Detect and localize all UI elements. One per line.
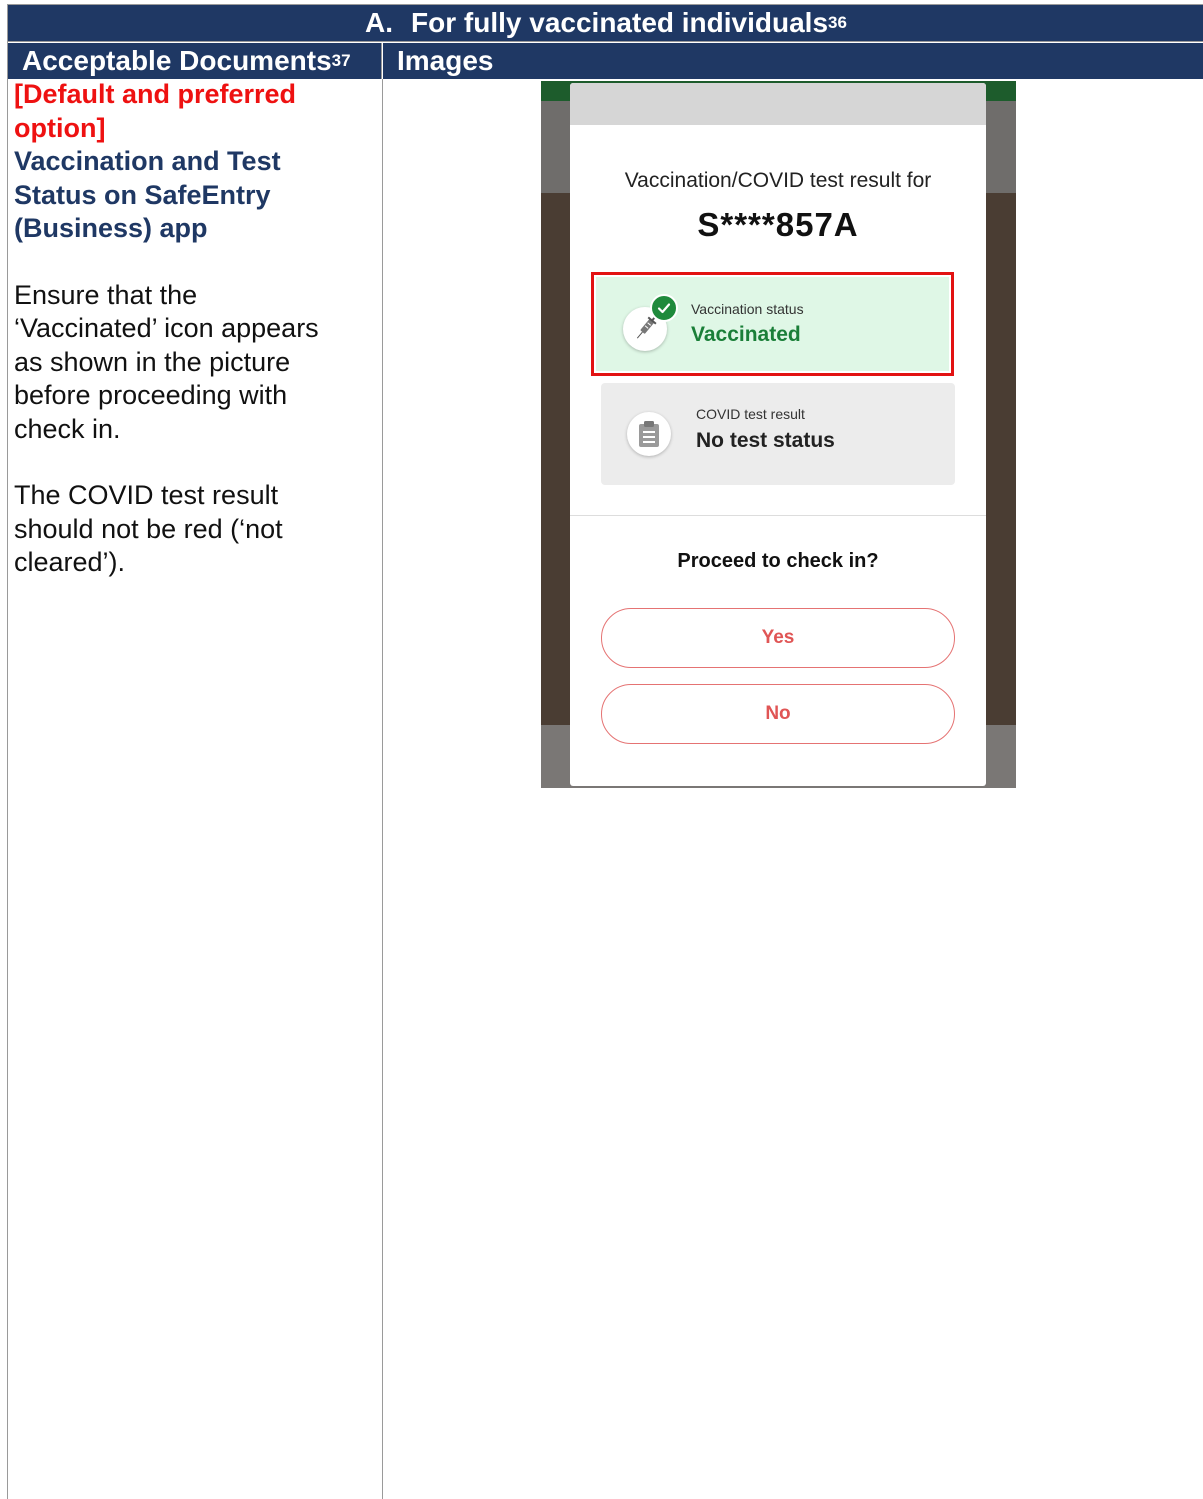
clipboard-icon xyxy=(627,412,671,456)
instruction-paragraph-1: Ensure that the ‘Vaccinated’ icon appear… xyxy=(14,279,319,444)
section-title: For fully vaccinated individuals xyxy=(411,7,829,38)
document-heading: Vaccination and Test Status on SafeEntry… xyxy=(14,146,281,243)
vaccination-status-value: Vaccinated xyxy=(691,323,801,346)
covid-test-value: No test status xyxy=(696,429,835,452)
app-screenshot: Vaccination/COVID test result for S****8… xyxy=(541,81,1016,788)
instruction-paragraph-2: The COVID test result should not be red … xyxy=(14,480,283,577)
dialog-divider xyxy=(570,515,986,516)
dialog-topbar xyxy=(570,83,986,125)
section-header: A. For fully vaccinated individuals 36 xyxy=(8,5,1203,42)
document-description: [Default and preferred option] Vaccinati… xyxy=(14,78,366,580)
column-divider xyxy=(382,79,383,1499)
vaccination-status-label: Vaccination status xyxy=(691,301,804,317)
column-header-documents: Acceptable Documents 37 xyxy=(8,43,382,79)
covid-test-card: COVID test result No test status xyxy=(601,383,955,485)
no-button[interactable]: No xyxy=(601,684,955,744)
preferred-option-tag: [Default and preferred option] xyxy=(14,79,297,143)
check-badge-icon xyxy=(650,294,678,322)
vaccination-highlight-frame: Vaccination status Vaccinated xyxy=(591,272,954,376)
section-number: A. xyxy=(365,7,394,38)
masked-id: S****857A xyxy=(697,206,859,243)
vaccination-status-card: Vaccination status Vaccinated xyxy=(596,277,949,371)
result-dialog: Vaccination/COVID test result for S****8… xyxy=(570,83,986,786)
proceed-question: Proceed to check in? xyxy=(677,550,879,572)
result-for-label: Vaccination/COVID test result for xyxy=(624,169,932,192)
covid-test-label: COVID test result xyxy=(696,406,805,422)
column-header-images: Images xyxy=(383,43,1203,79)
yes-button[interactable]: Yes xyxy=(601,608,955,668)
